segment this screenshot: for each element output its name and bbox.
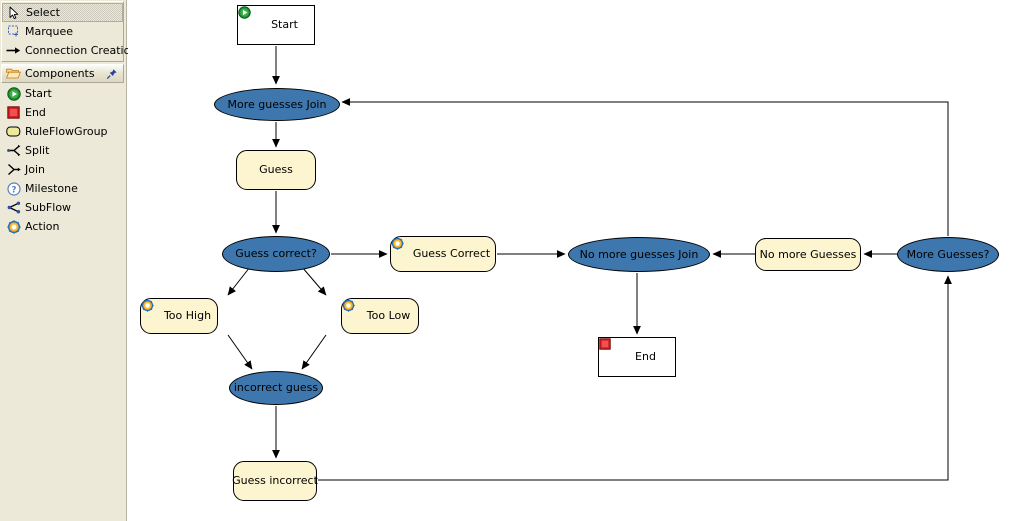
node-label: Guess Correct [412, 247, 491, 260]
marquee-icon [5, 24, 22, 40]
node-too-low[interactable]: Too Low [341, 298, 419, 334]
palette-item-label: Action [25, 219, 60, 233]
palette-item-label: Join [25, 162, 46, 176]
subflow-icon [5, 200, 22, 216]
node-too-high[interactable]: Too High [140, 298, 218, 334]
node-label: End [635, 350, 656, 363]
components-palette: Select Marquee Connection Creation Compo… [0, 0, 137, 521]
node-label: Guess [259, 163, 293, 176]
palette-item-label: Milestone [25, 181, 78, 195]
pin-icon[interactable] [103, 66, 120, 82]
ruleflowgroup-icon [5, 124, 22, 140]
palette-item-milestone[interactable]: ? Milestone [2, 179, 123, 198]
node-more-guesses-join[interactable]: More guesses Join [214, 88, 340, 121]
palette-tool-label: Select [26, 5, 60, 19]
node-label: Start [271, 18, 298, 31]
node-label: Guess correct? [235, 247, 317, 260]
palette-tool-select[interactable]: Select [2, 3, 123, 22]
end-stop-icon [599, 338, 631, 364]
palette-tool-label: Marquee [25, 24, 74, 38]
node-no-more-guesses[interactable]: No more Guesses [755, 238, 861, 271]
palette-item-label: End [25, 105, 46, 119]
palette-tool-connection-creation[interactable]: Connection Creation [2, 41, 137, 60]
milestone-question-icon: ? [5, 181, 22, 197]
split-icon [5, 143, 22, 159]
node-label: Too Low [366, 309, 411, 322]
node-guess[interactable]: Guess [236, 150, 316, 190]
action-gear-icon [391, 237, 409, 261]
palette-item-join[interactable]: Join [2, 160, 123, 179]
palette-section-components[interactable]: Components [1, 64, 124, 83]
folder-open-icon [5, 66, 22, 82]
palette-section-label: Components [25, 67, 95, 80]
palette-item-split[interactable]: Split [2, 141, 123, 160]
palette-item-label: Start [25, 86, 52, 100]
palette-item-label: RuleFlowGroup [25, 124, 108, 138]
palette-item-end[interactable]: End [2, 103, 123, 122]
palette-item-ruleflowgroup[interactable]: RuleFlowGroup [2, 122, 123, 141]
start-play-icon [5, 86, 22, 102]
node-label: More guesses Join [227, 97, 327, 111]
node-label: Guess incorrect [232, 474, 318, 487]
edge-guesscorrectq-to-toohigh [227, 266, 251, 296]
svg-text:?: ? [11, 185, 16, 195]
edge-moreguessesq-to-morejoin [341, 98, 949, 236]
end-stop-icon [5, 105, 22, 121]
palette-tool-label: Connection Creation [25, 43, 138, 57]
palette-components-list: Start End RuleFlowGroup Split Join ? Mil… [1, 83, 124, 237]
node-start[interactable]: Start [237, 5, 315, 45]
palette-item-subflow[interactable]: SubFlow [2, 198, 123, 217]
palette-tools-group: Select Marquee Connection Creation [1, 1, 137, 62]
node-label: More Guesses? [906, 247, 990, 261]
arrow-right-icon [5, 43, 22, 59]
node-label: No more Guesses [759, 247, 857, 261]
node-incorrect-guess[interactable]: incorrect guess [229, 371, 323, 405]
node-label: incorrect guess [233, 381, 319, 394]
node-label: No more guesses Join [579, 247, 699, 261]
node-more-guesses-question[interactable]: More Guesses? [897, 237, 999, 272]
palette-item-start[interactable]: Start [2, 84, 123, 103]
action-gear-icon [5, 219, 22, 235]
node-guess-correct[interactable]: Guess Correct [390, 236, 496, 272]
node-no-more-guesses-join[interactable]: No more guesses Join [568, 237, 710, 272]
action-gear-icon [141, 299, 160, 323]
action-gear-icon [342, 299, 363, 323]
edge-toohigh-to-incorrect [227, 334, 253, 370]
palette-tool-marquee[interactable]: Marquee [2, 22, 123, 41]
node-label: Too High [163, 309, 212, 322]
edge-toolow-to-incorrect [301, 334, 327, 370]
palette-item-label: Split [25, 143, 50, 157]
cursor-arrow-icon [6, 5, 23, 21]
node-guess-incorrect[interactable]: Guess incorrect [232, 461, 318, 501]
node-guess-correct-question[interactable]: Guess correct? [222, 236, 330, 272]
palette-item-action[interactable]: Action [2, 217, 123, 236]
palette-item-label: SubFlow [25, 200, 72, 214]
edge-guesscorrectq-to-toolow [301, 266, 327, 296]
join-icon [5, 162, 22, 178]
node-end[interactable]: End [598, 337, 676, 377]
start-play-icon [238, 6, 267, 32]
flow-diagram-canvas[interactable]: Start More guesses Join Guess Guess corr… [128, 0, 1019, 521]
